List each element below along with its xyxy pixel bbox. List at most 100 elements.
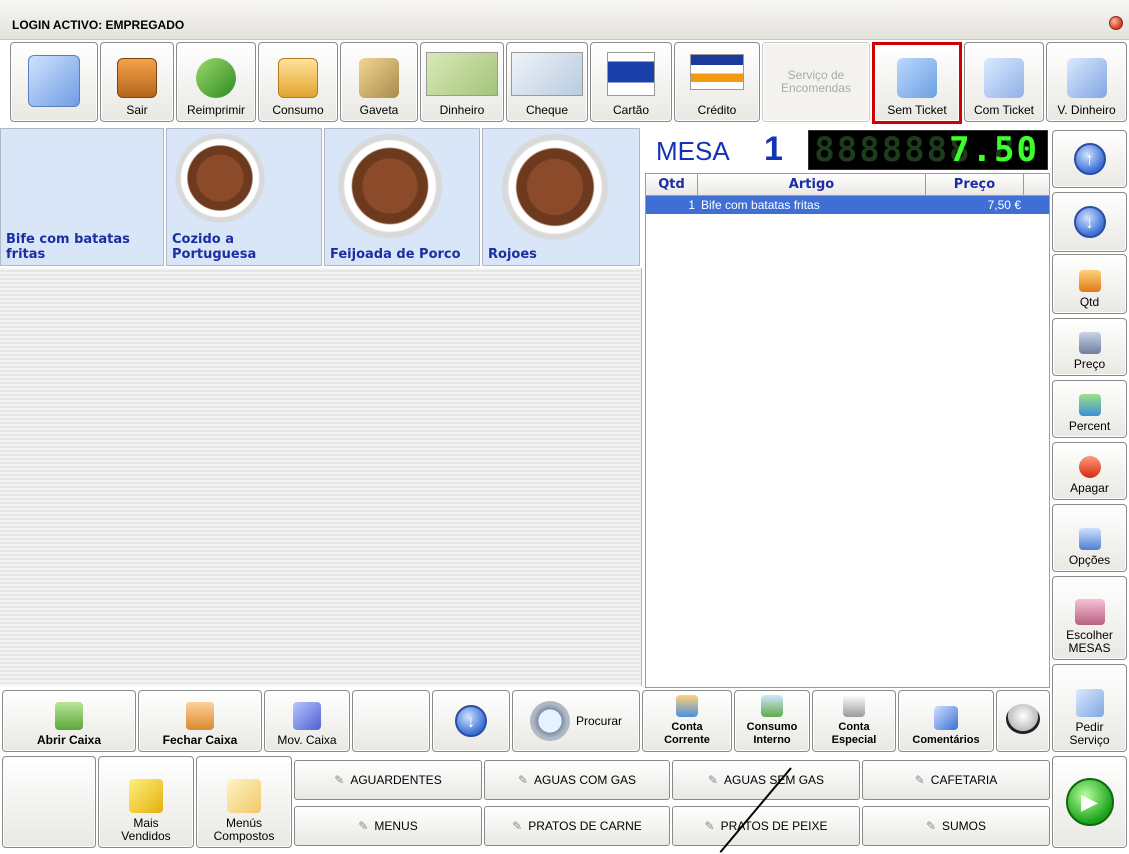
com-ticket-button[interactable]: Com Ticket [964,42,1044,122]
conta-corrente-label: Conta Corrente [664,721,710,746]
consumo-button[interactable]: Consumo [258,42,338,122]
banknote-icon [426,52,498,96]
menus-compostos-button[interactable]: Menús Compostos [196,756,292,848]
total-display: 8888888.88 7.50 [808,130,1048,170]
conta-especial-label: Conta Especial [831,721,877,746]
apagar-button[interactable]: Apagar [1052,442,1127,500]
apagar-label: Apagar [1070,481,1109,495]
credito-button[interactable]: Crédito [674,42,760,122]
procurar-button[interactable]: Procurar [512,690,640,752]
calculator-icon [1078,332,1101,354]
abrir-caixa-button[interactable]: Abrir Caixa [2,690,136,752]
percent-label: Percent [1068,419,1111,433]
category-aguardentes[interactable]: ✎ AGUARDENTES [294,760,482,800]
category-cafetaria[interactable]: ✎ CAFETARIA [862,760,1050,800]
exit-door-icon [117,58,157,98]
row-preco: 7,50 € [987,198,1021,212]
reimprimir-label: Reimprimir [187,103,245,117]
category-icon: ✎ [704,819,715,833]
confirm-play-button[interactable]: ▶ [1052,756,1127,848]
product-bife-com-batatas-fritas[interactable]: Bife com batatas fritas [0,128,164,266]
cheque-label: Cheque [525,103,569,117]
preco-button[interactable]: Preço [1052,318,1127,376]
multibanco-card-icon [607,52,655,96]
servico-label: Serviço de Encomendas [780,68,852,95]
dish-image [173,131,267,225]
category-pratos-de-peixe[interactable]: ✎ PRATOS DE PEIXE [672,806,860,846]
mesa-number: 1 [764,130,783,168]
cheque-icon [511,52,583,96]
qtd-label: Qtd [1079,295,1100,309]
escolher-mesas-label: Escolher MESAS [1066,628,1113,655]
pedir-servico-label: Pedir Serviço [1069,720,1110,747]
mouse-icon [1006,704,1040,734]
arrow-up-icon: ↑ [1073,143,1106,175]
product-feijoada-de-porco[interactable]: Feijoada de Porco [324,128,480,266]
gaveta-label: Gaveta [359,103,399,117]
page-down-button[interactable]: ↓ [432,690,510,752]
fechar-caixa-button[interactable]: Fechar Caixa [138,690,262,752]
credito-label: Crédito [697,103,737,117]
tickets-icon [984,58,1024,98]
closed-box-icon [186,702,214,730]
mov-caixa-button[interactable]: Mov. Caixa [264,690,350,752]
sair-button[interactable]: Sair [100,42,174,122]
dinheiro-button[interactable]: Dinheiro [420,42,504,122]
product-rojoes[interactable]: Rojoes [482,128,640,266]
order-list: Qtd Artigo Preço 1 Bife com batatas frit… [645,173,1050,688]
scroll-down-button[interactable]: ↓ [1052,192,1127,252]
pedir-servico-button[interactable]: Pedir Serviço [1052,664,1127,752]
reimprimir-button[interactable]: Reimprimir [176,42,256,122]
cheque-button[interactable]: Cheque [506,42,588,122]
arrow-down-icon: ↓ [455,705,487,737]
magnifier-icon [529,701,570,741]
star-outline-icon [227,779,261,813]
user-button[interactable] [10,42,98,122]
v-dinheiro-button[interactable]: V. Dinheiro [1046,42,1127,122]
gaveta-button[interactable]: Gaveta [340,42,418,122]
play-icon: ▶ [1065,778,1114,826]
conta-corrente-button[interactable]: Conta Corrente [642,690,732,752]
category-label: SUMOS [942,819,987,833]
consumo-interno-button[interactable]: Consumo Interno [734,690,810,752]
product-name: Bife com batatas fritas [6,232,130,262]
blank-category-button[interactable] [2,756,96,848]
com-ticket-label: Com Ticket [973,103,1034,117]
sem-ticket-button[interactable]: Sem Ticket [872,42,962,124]
order-row[interactable]: 1 Bife com batatas fritas 7,50 € [646,196,1049,214]
dish-image [335,131,445,241]
servico-encomendas-button[interactable]: Serviço de Encomendas [762,42,870,122]
category-aguas-com-gas[interactable]: ✎ AGUAS COM GAS [484,760,670,800]
conta-especial-button[interactable]: Conta Especial [812,690,896,752]
mouse-button[interactable] [996,690,1050,752]
product-name: Feijoada de Porco [330,247,461,262]
dinheiro-label: Dinheiro [439,103,485,117]
abrir-caixa-label: Abrir Caixa [36,733,102,747]
sem-ticket-label: Sem Ticket [887,103,947,117]
product-name: Rojoes [488,247,537,262]
product-cozido-a-portuguesa[interactable]: Cozido a Portuguesa [166,128,322,266]
category-menus[interactable]: ✎ MENUS [294,806,482,846]
category-pratos-de-carne[interactable]: ✎ PRATOS DE CARNE [484,806,670,846]
mais-vendidos-button[interactable]: Mais Vendidos [98,756,194,848]
opcoes-button[interactable]: Opções [1052,504,1127,572]
escolher-mesas-button[interactable]: Escolher MESAS [1052,576,1127,660]
percent-icon [1078,394,1101,416]
qtd-button[interactable]: Qtd [1052,254,1127,314]
cartao-button[interactable]: Cartão [590,42,672,122]
comentarios-button[interactable]: Comentários [898,690,994,752]
close-icon[interactable] [1109,16,1123,30]
document-icon [278,58,318,98]
scroll-up-button[interactable]: ↑ [1052,130,1127,188]
blank-button[interactable] [352,690,430,752]
category-icon: ✎ [707,773,719,787]
category-sumos[interactable]: ✎ SUMOS [862,806,1050,846]
menus-compostos-label: Menús Compostos [213,816,275,843]
category-icon: ✎ [512,819,523,833]
opcoes-label: Opções [1068,553,1111,567]
category-icon: ✎ [334,773,345,787]
category-aguas-sem-gas[interactable]: ✎ AGUAS SEM GAS [672,760,860,800]
preco-label: Preço [1073,357,1106,371]
visa-card-icon [690,54,744,90]
percent-button[interactable]: Percent [1052,380,1127,438]
